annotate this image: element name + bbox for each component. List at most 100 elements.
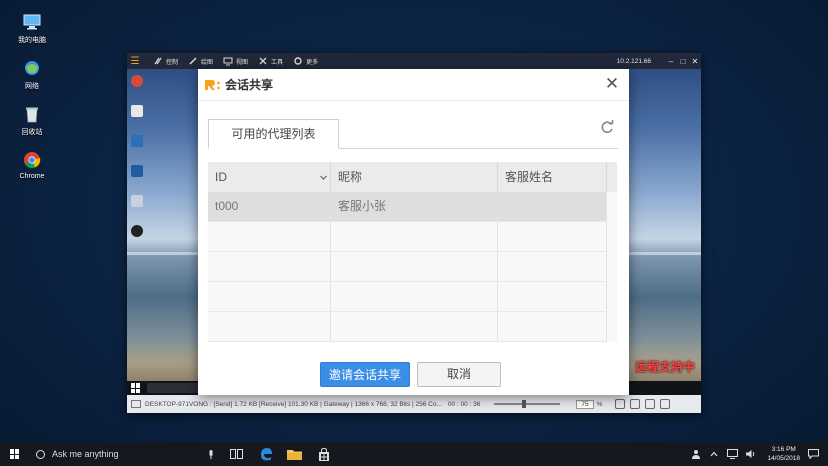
folder-icon: [287, 450, 302, 460]
column-header-nickname[interactable]: 昵称: [331, 162, 498, 192]
cortana-icon: [36, 449, 45, 459]
column-header-agent-name[interactable]: 客服姓名: [498, 162, 607, 192]
desktop-icon-computer[interactable]: 我的电脑: [12, 12, 52, 45]
refresh-icon[interactable]: [599, 119, 615, 135]
minimize-icon[interactable]: –: [665, 57, 677, 66]
status-actions: [610, 399, 671, 409]
remote-toolbar: ☰ 控制 绘图 视图 工具 更多 10.2.121.66 – □ ✕: [127, 53, 701, 69]
cortana-search[interactable]: Ask me anything: [30, 442, 222, 466]
toolbar-draw[interactable]: 绘图: [188, 56, 213, 66]
chrome-icon: [24, 152, 41, 169]
desktop-icon-recycle-bin[interactable]: 回收站: [12, 104, 52, 137]
slider-knob[interactable]: [522, 400, 527, 408]
remote-window-controls: 10.2.121.66 – □ ✕: [617, 57, 701, 66]
maximize-icon[interactable]: □: [677, 57, 689, 66]
remote-chrome-icon[interactable]: [131, 75, 145, 87]
toolbar-label: 控制: [166, 59, 179, 66]
desktop-icon-label: 回收站: [21, 129, 43, 136]
quality-slider[interactable]: [494, 400, 561, 408]
clock-time: 3:16 PM: [771, 446, 796, 453]
store-icon: [318, 447, 329, 461]
start-button[interactable]: [0, 442, 30, 466]
empty-row: [208, 222, 607, 252]
system-clock[interactable]: 3:16 PM 14/05/2018: [767, 445, 800, 463]
remote-start-icon[interactable]: [131, 383, 141, 393]
cell-agent-name: [498, 192, 607, 221]
volume-icon[interactable]: [741, 449, 759, 459]
cancel-button[interactable]: 取消: [417, 362, 501, 387]
close-icon[interactable]: ✕: [689, 57, 701, 66]
store-button[interactable]: [309, 442, 338, 466]
computer-icon: [23, 14, 41, 30]
table-row[interactable]: t000 客服小张: [208, 192, 607, 222]
network-icon: [25, 61, 39, 75]
column-header-id[interactable]: ID: [208, 162, 331, 192]
toolbar-control[interactable]: 控制: [153, 56, 178, 66]
column-label: 昵称: [338, 170, 363, 184]
column-label: ID: [215, 170, 227, 184]
desktop-icon-label: 网络: [25, 83, 39, 90]
zoom-input[interactable]: 75: [576, 399, 594, 409]
desktop-icons: 我的电脑 网络 回收站 Chrome: [12, 12, 52, 193]
toolbar-label: 绘图: [201, 59, 214, 66]
invite-share-button[interactable]: 邀请会话共享: [320, 362, 410, 387]
chevron-up-icon[interactable]: [705, 451, 723, 457]
task-view-icon: [230, 449, 243, 459]
clock-date: 14/05/2018: [767, 455, 800, 462]
remote-desktop-icons: [131, 75, 151, 255]
toolbar-more[interactable]: 更多: [293, 56, 318, 66]
toolbar-label: 更多: [306, 59, 319, 66]
microphone-icon[interactable]: [208, 449, 214, 459]
agent-table: ID 昵称 客服姓名 t000 客服小张: [208, 162, 617, 342]
recycle-bin-icon: [26, 107, 38, 123]
gear-icon: [294, 57, 302, 65]
empty-row: [208, 252, 607, 282]
menu-icon[interactable]: ☰: [127, 56, 143, 67]
record-icon[interactable]: [630, 399, 641, 409]
file-explorer-button[interactable]: [280, 442, 309, 466]
cell-id: t000: [208, 192, 331, 221]
settings-icon[interactable]: [660, 399, 671, 409]
dialog-header: 会话共享 ✕: [198, 69, 629, 101]
remote-app-icon[interactable]: [131, 165, 145, 177]
monitor-icon: [223, 57, 233, 66]
task-view-button[interactable]: [222, 442, 251, 466]
edge-button[interactable]: [251, 442, 280, 466]
desktop-icon-label: 我的电脑: [18, 37, 46, 44]
fullscreen-icon[interactable]: [645, 399, 656, 409]
toolbar-tools[interactable]: 工具: [258, 56, 283, 66]
desktop-icon-chrome[interactable]: Chrome: [12, 150, 52, 180]
toolbar-view[interactable]: 视图: [223, 56, 248, 66]
remote-status-bar: DESKTOP-971VONG : [Send] 1.72 KB [Receiv…: [127, 395, 701, 413]
remote-app-icon[interactable]: [131, 195, 145, 207]
windows-icon: [10, 449, 20, 459]
windows-taskbar: Ask me anything 3:16 PM 14/05/2018: [0, 442, 828, 466]
desktop-icon-network[interactable]: 网络: [12, 58, 52, 91]
session-timer: 00 : 00 : 36: [447, 400, 481, 408]
people-icon[interactable]: [687, 449, 705, 459]
column-label: 客服姓名: [505, 170, 554, 184]
table-header: ID 昵称 客服姓名: [208, 162, 617, 192]
notification-icon[interactable]: [804, 449, 822, 459]
column-header-spacer: [607, 162, 617, 192]
close-icon[interactable]: ✕: [603, 75, 621, 93]
tools-icon: [259, 57, 267, 65]
toolbar-label: 工具: [271, 59, 284, 66]
desktop-icon-label: Chrome: [19, 173, 45, 180]
dialog-title: 会话共享: [225, 78, 274, 92]
status-info: DESKTOP-971VONG : [Send] 1.72 KB [Receiv…: [145, 400, 442, 408]
chevron-down-icon: [320, 175, 327, 180]
monitor-icon: [131, 400, 141, 408]
control-icon: [154, 57, 162, 65]
edge-icon: [260, 448, 272, 461]
remote-support-watermark: 远程支持中: [634, 360, 695, 374]
cell-nickname: 客服小张: [331, 192, 498, 221]
remote-ip: 10.2.121.66: [616, 57, 651, 65]
remote-qq-icon[interactable]: [131, 225, 145, 237]
tab-available-agents[interactable]: 可用的代理列表: [208, 119, 339, 149]
camera-icon[interactable]: [615, 399, 626, 409]
logo-icon: [205, 79, 220, 90]
network-status-icon[interactable]: [723, 449, 741, 459]
remote-app-icon[interactable]: [131, 135, 145, 147]
remote-file-icon[interactable]: [131, 105, 145, 117]
